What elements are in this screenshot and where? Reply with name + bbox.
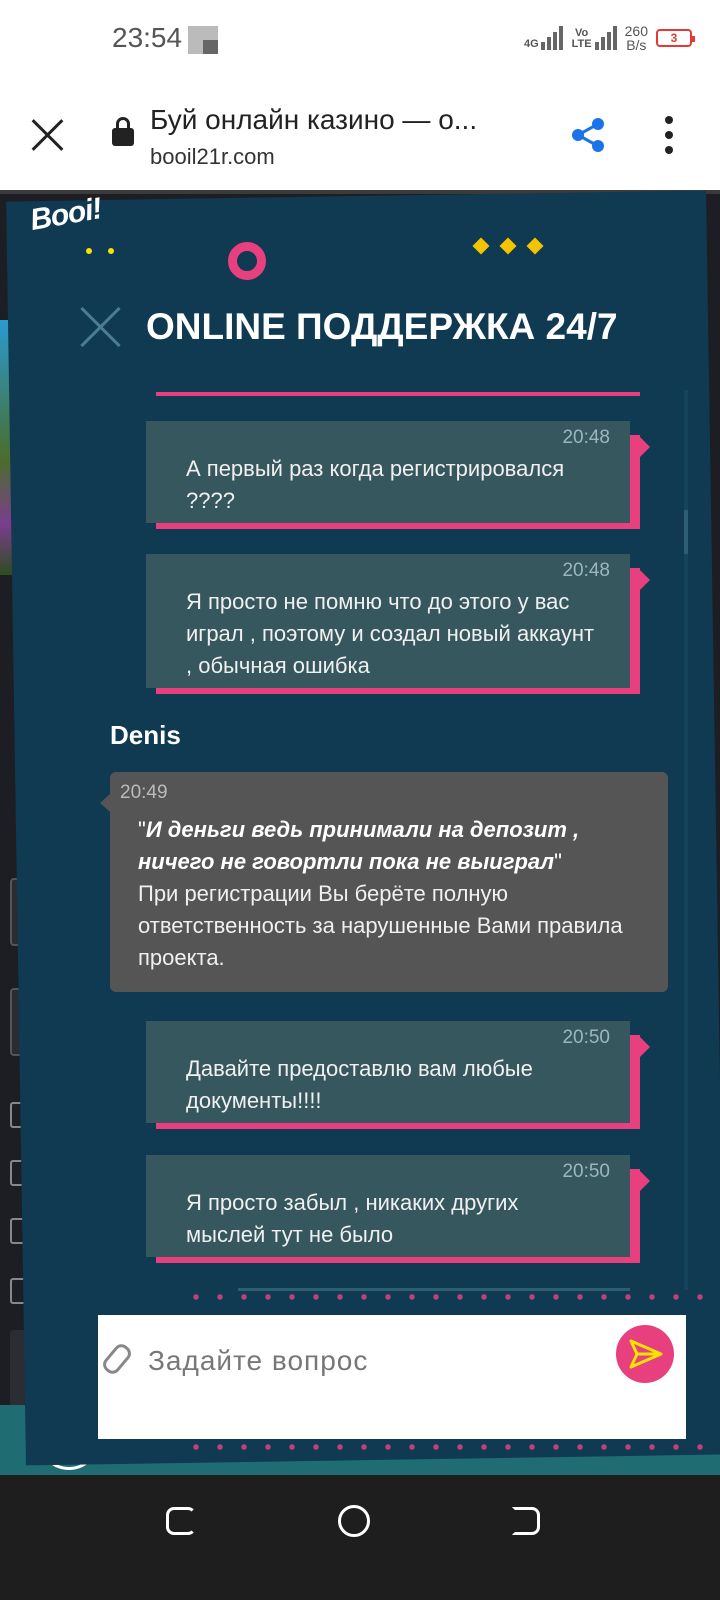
page-title[interactable]: Буй онлайн казино — о...	[150, 104, 477, 136]
battery-level: 3	[670, 31, 678, 45]
message-text: А первый раз когда регистрировался ????	[186, 456, 565, 513]
user-message: 20:50 Давайте предоставлю вам любые доку…	[146, 1021, 650, 1129]
chat-close-icon[interactable]	[80, 306, 122, 348]
chat-input-area[interactable]: Задайте вопрос	[98, 1315, 686, 1439]
send-icon	[629, 1339, 663, 1369]
share-icon[interactable]	[572, 118, 606, 152]
previous-bubble-edge	[156, 392, 640, 396]
user-message: 20:50 Я просто забыл , никаких других мы…	[146, 1155, 650, 1263]
battery-icon: 3	[656, 29, 695, 47]
browser-toolbar: Буй онлайн казино — о... booil21r.com	[0, 80, 720, 190]
agent-name: Denis	[110, 720, 181, 750]
close-icon[interactable]	[30, 118, 64, 152]
status-time: 23:54	[112, 22, 183, 53]
message-time: 20:50	[562, 1161, 610, 1182]
decor-dots-row	[184, 1444, 704, 1450]
message-text: Я просто забыл , никаких других мыслей т…	[186, 1190, 519, 1247]
lock-icon[interactable]	[112, 117, 134, 146]
message-text: Давайте предоставлю вам любые документы!…	[186, 1056, 533, 1113]
system-nav-bar	[0, 1475, 720, 1600]
more-vert-icon[interactable]	[665, 116, 673, 154]
quote-body: И деньги ведь принимали на депозит , нич…	[138, 817, 580, 874]
decor-dots-row	[184, 1294, 704, 1300]
chat-title: ONLINE ПОДДЕРЖКА 24/7	[146, 306, 618, 347]
network-type: 4G	[523, 38, 539, 50]
quoted-text: "И деньги ведь принимали на депозит , ни…	[138, 817, 580, 874]
home-icon[interactable]	[338, 1505, 370, 1537]
user-message: 20:48 Я просто не помню что до этого у в…	[146, 554, 650, 694]
decor-ring	[228, 242, 266, 280]
status-bar: 23:54 4G Vo LTE 260 B/s 3	[0, 0, 720, 80]
divider	[238, 1288, 630, 1291]
signal-icon-2	[594, 26, 617, 50]
chat-input[interactable]: Задайте вопрос	[148, 1345, 368, 1377]
back-icon[interactable]	[512, 1507, 540, 1535]
net-speed-value: 260	[624, 23, 648, 39]
volte-label: Vo LTE	[571, 27, 592, 50]
send-button[interactable]	[616, 1325, 674, 1383]
decor-dot	[108, 248, 114, 254]
message-text: При регистрации Вы берёте полную ответст…	[138, 881, 623, 970]
page-url[interactable]: booil21r.com	[150, 144, 275, 170]
scroll-thumb[interactable]	[684, 510, 688, 554]
signal-icon	[540, 26, 563, 50]
recent-apps-icon[interactable]	[166, 1507, 196, 1535]
user-message: 20:48 А первый раз когда регистрировался…	[146, 421, 650, 529]
message-time: 20:48	[562, 560, 610, 581]
message-time: 20:48	[562, 427, 610, 448]
net-speed-unit: B/s	[626, 37, 647, 53]
message-time: 20:50	[562, 1027, 610, 1048]
gallery-notification-icon	[188, 26, 218, 54]
chat-scrollbar[interactable]	[684, 390, 688, 1290]
decor-dot	[86, 248, 92, 254]
message-text: Я просто не помню что до этого у вас игр…	[186, 589, 595, 678]
status-indicators: 4G Vo LTE 260 B/s 3	[523, 23, 695, 53]
paperclip-icon[interactable]	[102, 1339, 132, 1373]
agent-message: 20:49 "И деньги ведь принимали на депози…	[100, 772, 668, 992]
message-time: 20:49	[120, 782, 168, 803]
